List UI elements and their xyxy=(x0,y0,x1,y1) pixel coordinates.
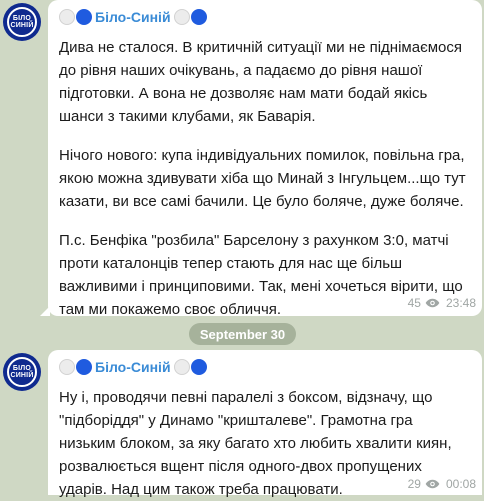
blue-circle-icon xyxy=(76,359,92,375)
white-circle-icon xyxy=(173,359,190,375)
message-paragraph: Дива не сталося. В критичній ситуації ми… xyxy=(59,39,467,125)
white-circle-icon xyxy=(59,359,75,375)
channel-name[interactable]: Біло-Синій xyxy=(95,9,171,25)
channel-avatar[interactable]: БІЛО СИНІЙ xyxy=(3,3,41,41)
blue-circle-icon xyxy=(76,9,92,25)
message-feed: БІЛО СИНІЙ Біло-Синій Дива не сталося. В… xyxy=(0,0,484,498)
eye-icon xyxy=(425,479,440,489)
avatar-logo: БІЛО СИНІЙ xyxy=(7,7,37,37)
white-circle-icon xyxy=(59,9,75,25)
view-count: 29 xyxy=(407,477,421,491)
avatar-text-line2: СИНІЙ xyxy=(10,372,34,379)
message-header: Біло-Синій xyxy=(59,357,472,377)
view-count: 45 xyxy=(407,296,421,310)
avatar-text-line1: БІЛО xyxy=(12,365,32,372)
message-header: Біло-Синій xyxy=(59,7,472,27)
message-meta: 29 00:08 xyxy=(408,477,476,491)
bubble-tail xyxy=(40,306,50,316)
message-meta: 45 23:48 xyxy=(408,296,476,310)
message-bubble[interactable]: Біло-Синій Дива не сталося. В критичній … xyxy=(48,0,482,318)
channel-name[interactable]: Біло-Синій xyxy=(95,359,171,375)
avatar-text-line2: СИНІЙ xyxy=(10,22,34,29)
message-bubble[interactable]: Біло-Синій Ну і, проводячи певні паралел… xyxy=(48,350,482,498)
blue-circle-icon xyxy=(190,359,207,375)
avatar-logo: БІЛО СИНІЙ xyxy=(7,357,37,387)
avatar-text-line1: БІЛО xyxy=(12,15,32,22)
message-time: 00:08 xyxy=(445,477,476,491)
message-time: 23:48 xyxy=(445,296,476,310)
date-separator[interactable]: September 30 xyxy=(189,323,296,345)
blue-circle-icon xyxy=(190,9,207,25)
channel-avatar[interactable]: БІЛО СИНІЙ xyxy=(3,353,41,391)
white-circle-icon xyxy=(173,9,190,25)
eye-icon xyxy=(425,298,440,308)
message-paragraph: Нічого нового: купа індивідуальних помил… xyxy=(59,147,470,210)
